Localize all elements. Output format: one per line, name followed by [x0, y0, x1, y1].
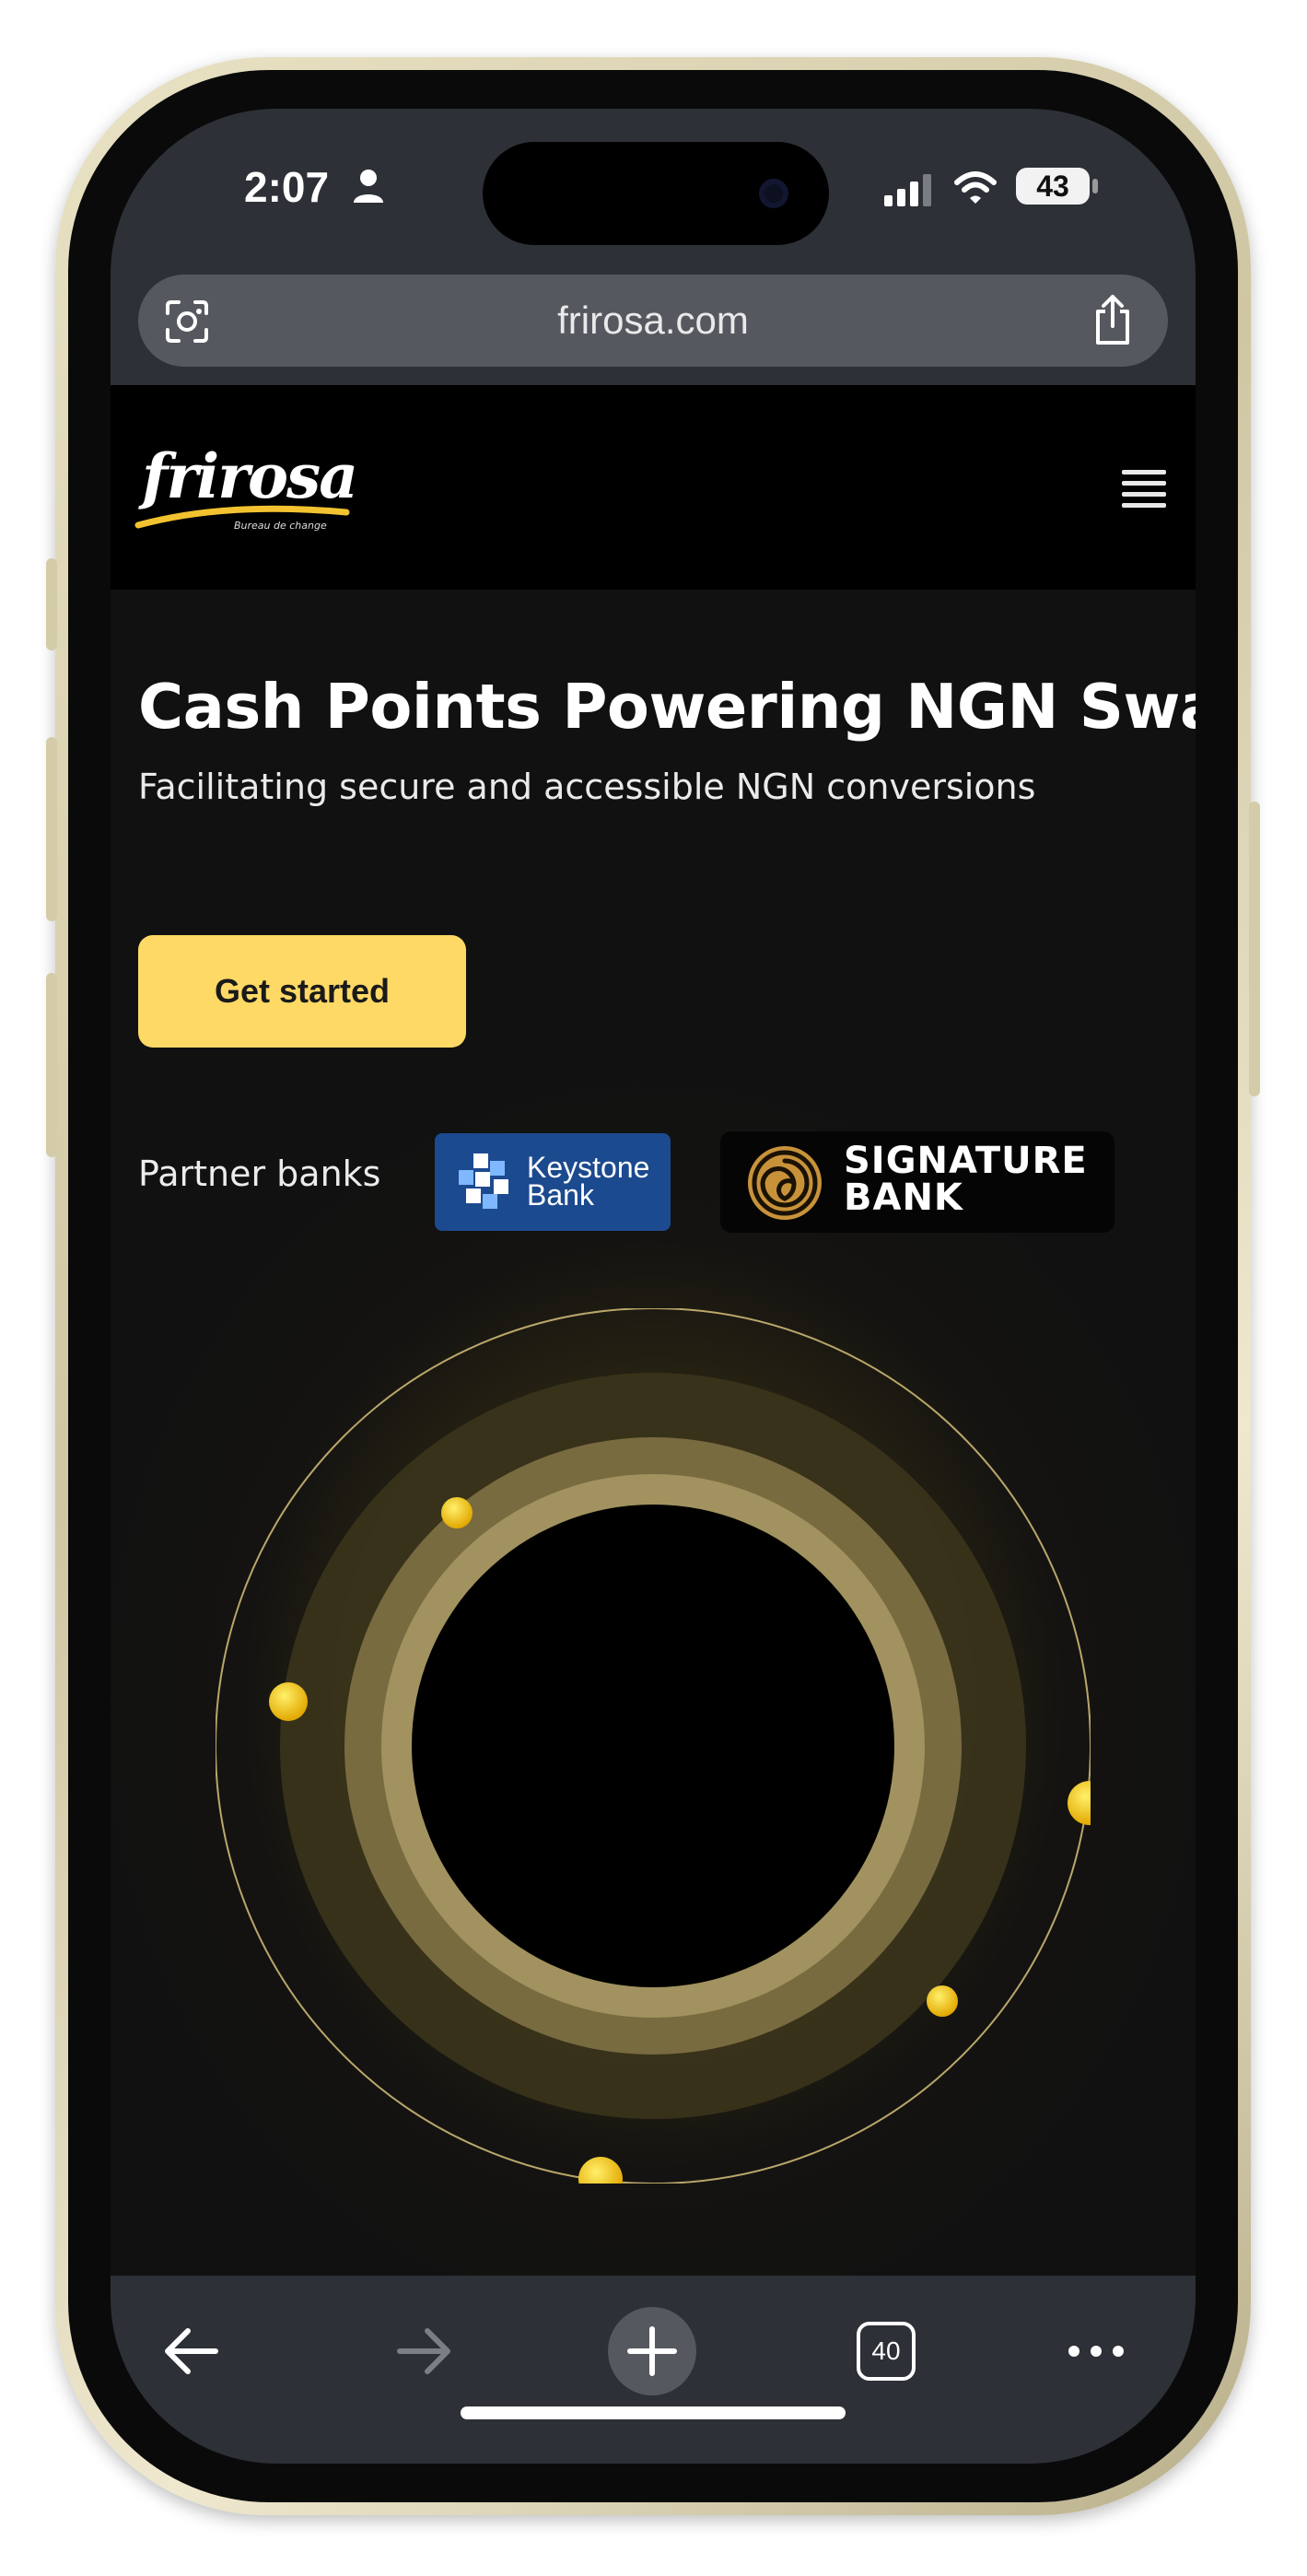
power-button — [1249, 802, 1260, 1096]
tabs-button[interactable]: 40 — [857, 2322, 916, 2381]
signature-bank-logo[interactable]: SIGNATURE BANK — [720, 1131, 1114, 1233]
partners-label: Partner banks — [138, 1153, 381, 1194]
signature-line1: SIGNATURE — [844, 1140, 1088, 1182]
keystone-cubes-icon — [459, 1153, 508, 1209]
orbit-dot — [1068, 1781, 1091, 1825]
hero-title: Cash Points Powering NGN Swaps — [138, 671, 1196, 743]
more-icon[interactable] — [1059, 2314, 1133, 2388]
forward-arrow-icon[interactable] — [387, 2314, 461, 2388]
orbit-dot — [441, 1497, 473, 1528]
browser-toolbar: frirosa.com — [111, 265, 1196, 385]
keystone-line2: Bank — [527, 1178, 594, 1212]
battery-level: 43 — [1016, 168, 1090, 205]
share-icon[interactable] — [1091, 293, 1135, 346]
home-indicator[interactable] — [461, 2406, 846, 2419]
signature-spiral-icon — [748, 1146, 822, 1220]
browser-bottom-toolbar: 40 — [111, 2276, 1196, 2464]
plus-icon — [627, 2326, 677, 2376]
front-camera-icon — [759, 179, 788, 208]
signature-bank-name: SIGNATURE BANK — [844, 1142, 1088, 1216]
hamburger-icon[interactable] — [1122, 470, 1166, 510]
frirosa-logo[interactable]: frirosa Bureau de change — [134, 440, 358, 533]
battery-cap — [1092, 179, 1098, 193]
dynamic-island — [483, 142, 829, 245]
center-disc — [412, 1505, 894, 1987]
action-button — [46, 558, 57, 650]
back-arrow-icon[interactable] — [155, 2314, 228, 2388]
orbit-dot — [269, 1682, 308, 1721]
orbit-illustration — [216, 1308, 1091, 2184]
logo-tagline: Bureau de change — [234, 520, 327, 532]
status-time: 2:07 — [244, 163, 330, 211]
orbit-dot — [927, 1985, 958, 2017]
address-bar[interactable]: frirosa.com — [138, 275, 1168, 367]
keystone-bank-logo[interactable]: Keystone Bank — [435, 1133, 671, 1231]
wifi-icon — [954, 171, 997, 204]
phone-screen: 2:07 43 frirosa.com frirosa Bureau de ch… — [111, 109, 1196, 2464]
hero-subtitle: Facilitating secure and accessible NGN c… — [138, 767, 1036, 807]
signature-line2: BANK — [844, 1177, 963, 1219]
url-text[interactable]: frirosa.com — [138, 299, 1168, 343]
new-tab-button[interactable] — [608, 2307, 696, 2395]
volume-down-button — [46, 973, 57, 1157]
volume-up-button — [46, 737, 57, 921]
signal-icon — [884, 174, 931, 206]
person-icon — [354, 170, 383, 203]
get-started-button[interactable]: Get started — [138, 935, 466, 1048]
keystone-line1: Keystone — [527, 1151, 650, 1184]
hero-section: Cash Points Powering NGN Swaps Facilitat… — [111, 590, 1196, 2276]
status-bar: 2:07 43 — [111, 109, 1196, 265]
keystone-bank-name: Keystone Bank — [527, 1151, 650, 1212]
site-header: frirosa Bureau de change — [111, 385, 1196, 590]
orbit-dot — [578, 2157, 623, 2184]
